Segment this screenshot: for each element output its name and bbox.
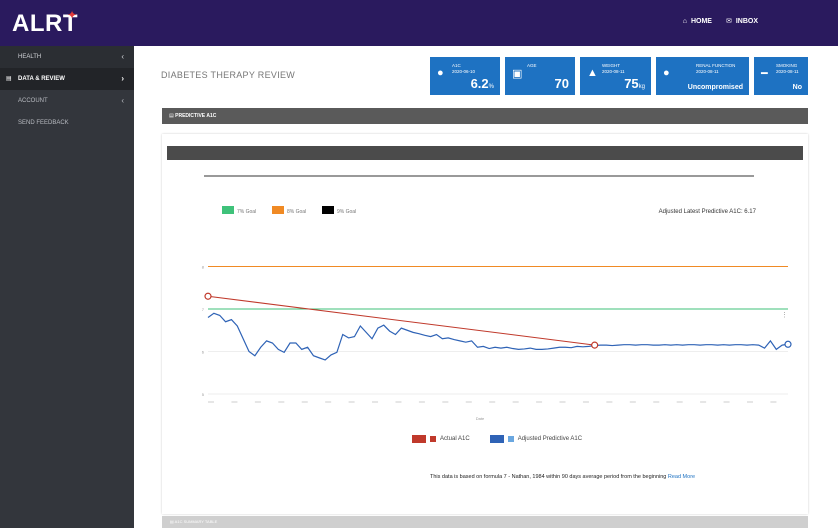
chevron-icon: ‹ xyxy=(121,52,124,61)
y-tick-label: 6 xyxy=(202,350,205,355)
legend-swatch xyxy=(507,436,514,442)
chart-legend: Actual A1C Adjusted Predictive A1C xyxy=(412,435,582,443)
sidebar-item-send-feedback[interactable]: SEND FEEDBACK xyxy=(0,112,134,134)
tile-date: 2020-08-11 xyxy=(602,69,625,74)
top-bar: ALRT ✦ ⌂ HOME ✉ INBOX xyxy=(0,0,838,46)
y-tick-label: 7 xyxy=(202,307,205,312)
actual-a1c-point xyxy=(204,292,212,300)
sidebar-item-account[interactable]: ACCOUNT ‹ xyxy=(0,90,134,112)
tile-value: No xyxy=(792,84,802,91)
legend-swatch xyxy=(412,435,426,443)
home-icon: ⌂ xyxy=(682,17,687,25)
a1c-summary-header[interactable]: ▤ A1C SUMMARY TABLE xyxy=(162,516,808,528)
top-nav: ⌂ HOME ✉ INBOX xyxy=(683,17,758,26)
legend-goal-label: 8% Goal xyxy=(287,209,306,215)
x-axis-label: Date xyxy=(476,416,485,421)
tile-date: 2020-06-10 xyxy=(452,69,476,74)
scale-icon: ▲ xyxy=(587,67,598,79)
predictive-point xyxy=(784,340,792,348)
sidebar-item-label: HEALTH xyxy=(18,54,42,60)
renal-function-tile[interactable]: ● RENAL FUNCTION 2020-08-11 Uncompromise… xyxy=(656,57,749,95)
main-content: DIABETES THERAPY REVIEW ● A1C 2020-06-10… xyxy=(134,46,838,528)
logo-mark-icon: ✦ xyxy=(67,8,78,22)
nav-inbox-label: INBOX xyxy=(735,17,758,25)
nav-home[interactable]: ⌂ HOME xyxy=(683,17,712,25)
legend-swatch xyxy=(430,436,436,442)
legend-goal-label: 9% Goal xyxy=(337,209,356,215)
tile-unit: % xyxy=(488,84,494,90)
series-actual-a1c xyxy=(207,295,595,346)
a1c-chart: 7% Goal 8% Goal 9% Goal Adjusted Latest Pr… xyxy=(202,175,792,421)
sidebar-item-label: DATA & REVIEW xyxy=(18,76,65,82)
nav-home-label: HOME xyxy=(690,17,712,25)
footnote-text: This data is based on formula 7 - Nathan… xyxy=(430,474,667,480)
section-title: PREDICTIVE A1C xyxy=(175,113,217,119)
nav-inbox[interactable]: ✉ INBOX xyxy=(725,17,758,26)
sidebar-item-health[interactable]: HEALTH ‹ xyxy=(0,46,134,68)
legend-actual-a1c[interactable]: Actual A1C xyxy=(412,435,470,443)
bottom-section-title: A1C SUMMARY TABLE xyxy=(174,519,218,524)
calendar-icon: ▣ xyxy=(512,68,523,80)
legend-adjusted-predictive-a1c[interactable]: Adjusted Predictive A1C xyxy=(489,435,583,443)
legend-swatch xyxy=(489,435,504,443)
weight-tile[interactable]: ▲ WEIGHT 2020-08-11 75kg xyxy=(580,57,651,95)
tile-value: 6.2 xyxy=(470,76,489,91)
chart-menu-icon[interactable]: ⋮ xyxy=(781,312,788,319)
chart-icon: ▤ xyxy=(6,76,12,82)
legend-label: Adjusted Predictive A1C xyxy=(517,436,583,442)
legend-goal-swatch xyxy=(322,206,334,214)
predictive-a1c-header[interactable]: ▤ PREDICTIVE A1C xyxy=(162,108,808,124)
chevron-icon: ‹ xyxy=(121,96,124,105)
y-tick-label: 8 xyxy=(202,265,205,270)
smoking-tile[interactable]: ━ SMOKING 2020-08-11 No xyxy=(754,57,808,95)
y-tick-label: 5 xyxy=(202,392,205,397)
card-header-bar xyxy=(167,146,803,160)
chart-annotation: Adjusted Latest Predictive A1C: 6.17 xyxy=(659,209,757,215)
legend-goal-swatch xyxy=(272,206,284,214)
read-more-link[interactable]: Read More xyxy=(668,474,695,480)
age-tile[interactable]: ▣ AGE 70 xyxy=(505,57,575,95)
drop-icon: ● xyxy=(437,67,444,79)
tile-value: 70 xyxy=(554,76,569,91)
kidney-icon: ● xyxy=(663,67,670,79)
sidebar: HEALTH ‹ ▤ DATA & REVIEW › ACCOUNT ‹ SEN… xyxy=(0,46,134,528)
legend-goal-swatch xyxy=(222,206,234,214)
actual-a1c-point xyxy=(591,341,599,349)
tile-label: AGE xyxy=(527,63,537,68)
page-title: DIABETES THERAPY REVIEW xyxy=(161,70,296,80)
sidebar-item-label: SEND FEEDBACK xyxy=(18,120,69,126)
tile-date: 2020-08-11 xyxy=(776,69,799,74)
series-adjusted-predictive-a1c xyxy=(207,312,789,361)
legend-goal-label: 7% Goal xyxy=(237,209,256,215)
legend-label: Actual A1C xyxy=(440,436,470,442)
tile-value: 75 xyxy=(624,76,639,91)
chart-card: 7% Goal 8% Goal 9% Goal Adjusted Latest Pr… xyxy=(162,134,808,514)
sidebar-item-label: ACCOUNT xyxy=(18,98,48,104)
inbox-icon: ✉ xyxy=(725,18,732,25)
tile-date: 2020-08-11 xyxy=(696,69,719,74)
tile-value: Uncompromised xyxy=(687,84,743,91)
chevron-icon: › xyxy=(121,74,124,83)
smoking-icon: ━ xyxy=(761,68,768,80)
tile-unit: kg xyxy=(638,84,645,90)
sidebar-item-data-review[interactable]: ▤ DATA & REVIEW › xyxy=(0,68,134,90)
footnote: This data is based on formula 7 - Nathan… xyxy=(430,474,695,480)
a1c-tile[interactable]: ● A1C 2020-06-10 6.2% xyxy=(430,57,500,95)
